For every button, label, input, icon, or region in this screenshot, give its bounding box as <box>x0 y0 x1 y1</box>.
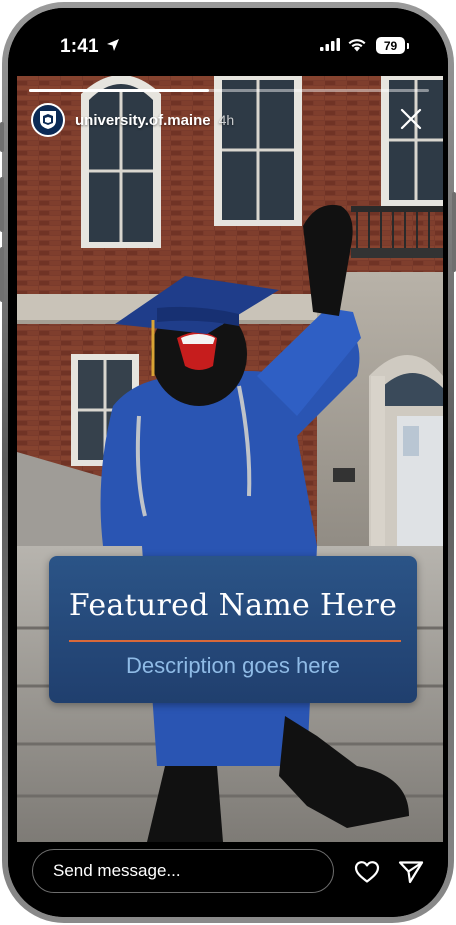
battery-icon: 79 <box>376 37 405 54</box>
post-age: 4h <box>218 112 235 128</box>
phone-frame: 1:41 79 university.of.maine 4h Featured … <box>0 2 456 923</box>
wifi-icon <box>348 39 366 52</box>
close-icon[interactable] <box>397 105 425 133</box>
story-header: university.of.maine 4h <box>31 101 429 139</box>
send-message-input[interactable] <box>32 849 334 893</box>
featured-card: Featured Name Here Description goes here <box>49 556 417 703</box>
battery-level: 79 <box>383 38 398 53</box>
status-time: 1:41 <box>60 36 99 57</box>
story-progress-bar <box>29 89 429 92</box>
story-photo <box>17 76 443 842</box>
side-button <box>0 177 4 232</box>
story-progress-fill <box>29 89 209 92</box>
side-button <box>0 122 4 152</box>
featured-description: Description goes here <box>125 653 340 678</box>
signal-bars-icon <box>320 38 340 51</box>
featured-divider <box>69 640 401 642</box>
heart-icon[interactable] <box>354 860 380 884</box>
phone-screen: 1:41 79 university.of.maine 4h Featured … <box>8 8 448 917</box>
location-arrow-icon <box>107 39 119 51</box>
send-icon[interactable] <box>398 860 424 884</box>
battery-cap <box>407 43 409 49</box>
side-button <box>452 192 456 272</box>
story-viewer[interactable]: university.of.maine 4h Featured Name Her… <box>17 76 443 842</box>
status-bar: 1:41 79 <box>8 8 448 78</box>
side-button <box>0 247 4 302</box>
featured-name: Featured Name Here <box>68 588 398 623</box>
account-avatar[interactable] <box>31 103 65 137</box>
university-shield-icon <box>40 111 56 129</box>
account-username[interactable]: university.of.maine <box>75 112 211 129</box>
message-bar <box>8 842 448 917</box>
